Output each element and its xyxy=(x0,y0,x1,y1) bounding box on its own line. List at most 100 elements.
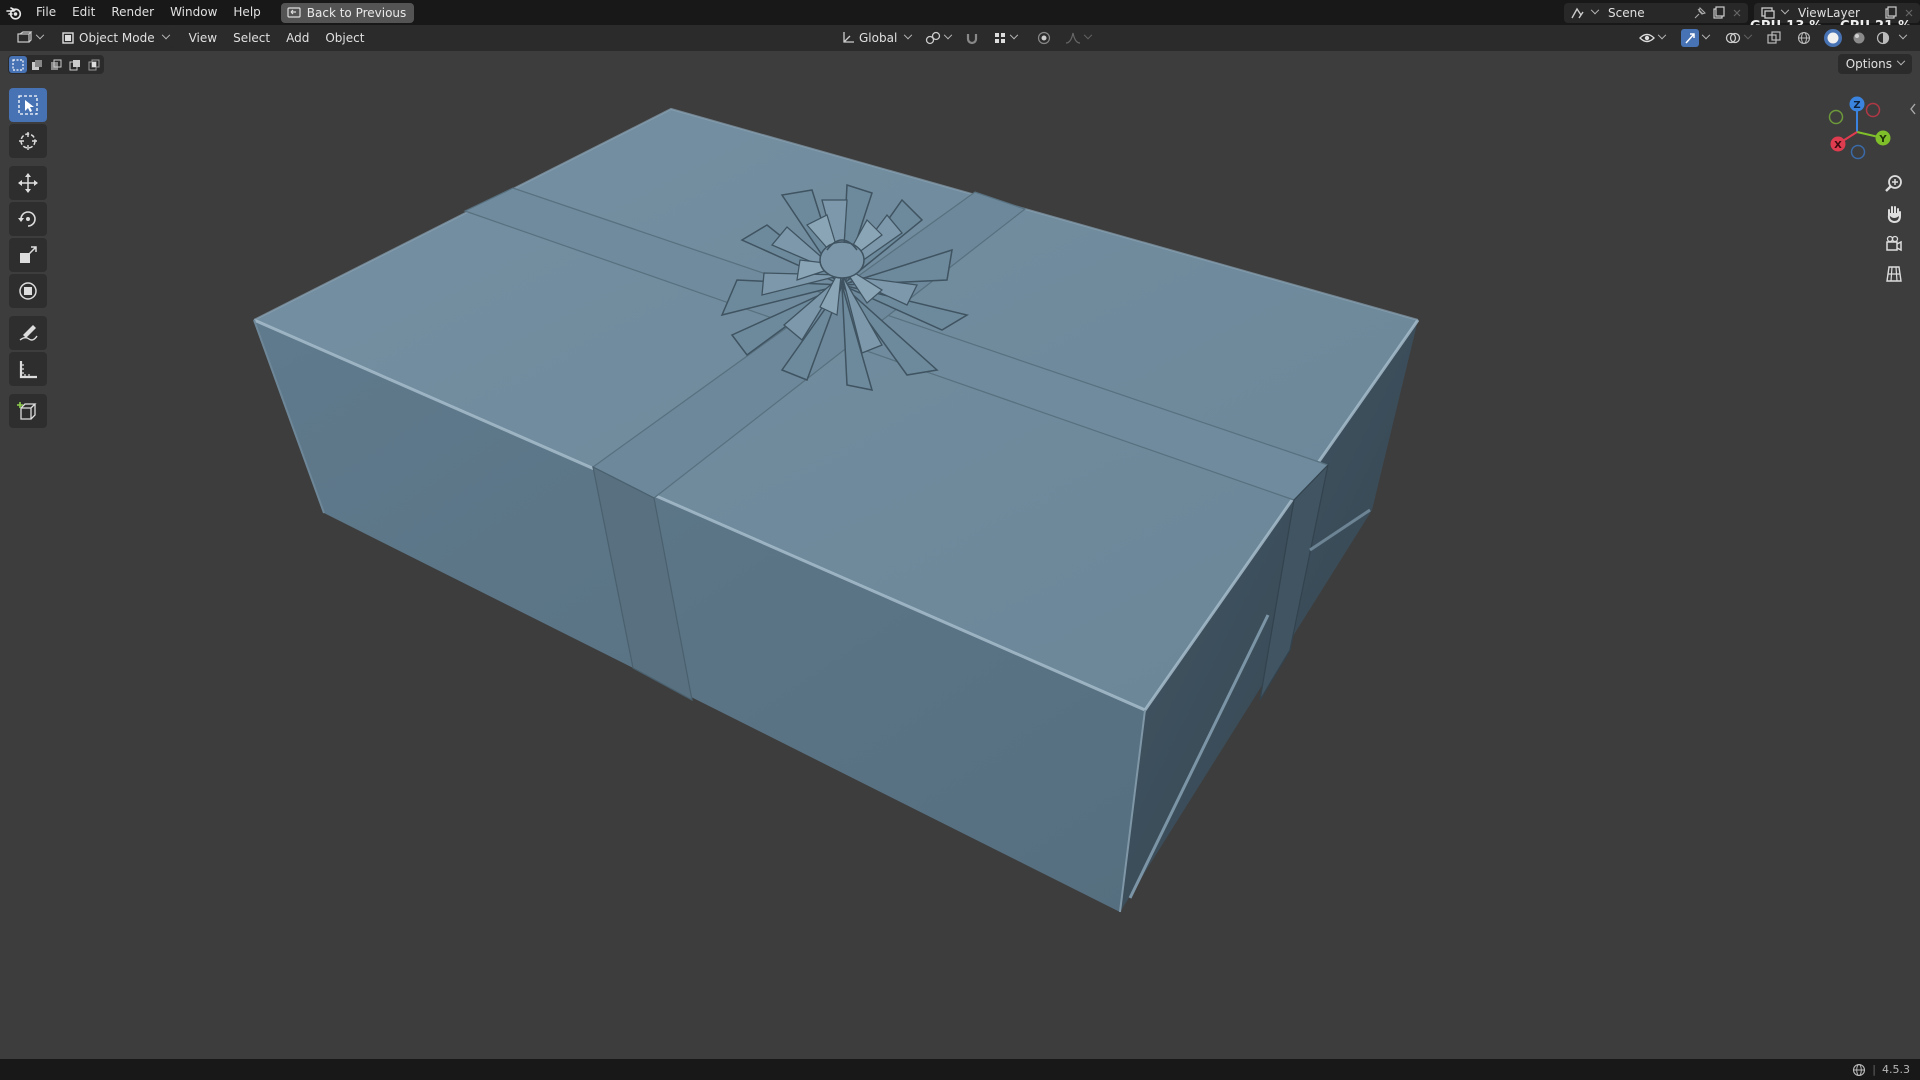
xray-icon xyxy=(1767,31,1781,44)
menu-file[interactable]: File xyxy=(28,0,64,25)
back-to-previous-button[interactable]: Back to Previous xyxy=(280,2,415,23)
zoom-button[interactable] xyxy=(1879,170,1909,198)
menu-object[interactable]: Object xyxy=(320,28,369,48)
viewport-shading-controls xyxy=(1634,28,1908,48)
grid-icon xyxy=(1886,266,1902,282)
new-view-layer-icon[interactable] xyxy=(1884,5,1898,20)
tool-cursor[interactable] xyxy=(9,124,47,158)
navigation-buttons xyxy=(1879,170,1909,288)
scene-icon xyxy=(1571,7,1584,18)
menu-view[interactable]: View xyxy=(184,28,222,48)
xray-toggle[interactable] xyxy=(1762,28,1786,48)
close-icon[interactable] xyxy=(1904,8,1914,18)
tool-shelf xyxy=(9,88,47,428)
network-globe-icon xyxy=(1853,1063,1866,1076)
tool-scale[interactable] xyxy=(9,238,47,272)
view-layer-icon xyxy=(1761,6,1775,19)
y-axis-label: Y xyxy=(1878,134,1887,145)
pan-button[interactable] xyxy=(1879,200,1909,228)
wireframe-sphere-icon xyxy=(1797,31,1811,45)
snap-grid-icon xyxy=(995,33,1006,43)
neg-y-axis-handle[interactable] xyxy=(1828,109,1844,125)
version-label: 4.5.3 xyxy=(1882,1063,1910,1076)
transform-orientation-dropdown[interactable]: Global xyxy=(836,28,916,48)
select-box-icon xyxy=(18,95,38,115)
zoom-icon xyxy=(1885,175,1902,192)
transform-orientation-label: Global xyxy=(859,31,898,45)
rendered-sphere-icon xyxy=(1876,31,1890,45)
eye-icon xyxy=(1639,33,1655,43)
falloff-curve-icon xyxy=(1066,32,1081,44)
annotate-icon xyxy=(19,325,38,341)
proportional-edit-toggle[interactable] xyxy=(1032,28,1056,48)
tool-move[interactable] xyxy=(9,166,47,200)
magnet-icon xyxy=(967,34,978,45)
scene-selector[interactable]: Scene xyxy=(1564,2,1748,23)
pivot-point-dropdown[interactable] xyxy=(920,28,956,48)
pivot-link-icon xyxy=(926,31,941,45)
camera-icon xyxy=(1886,235,1902,252)
blender-logo-icon[interactable] xyxy=(0,0,28,25)
snap-target-dropdown[interactable] xyxy=(988,28,1022,48)
transform-icon xyxy=(19,282,37,300)
neg-z-axis-handle[interactable] xyxy=(1850,144,1866,160)
shading-options-dropdown[interactable] xyxy=(1898,28,1908,48)
orientation-axes-icon xyxy=(843,32,854,43)
navigation-gizmo[interactable]: Z Y X xyxy=(1810,90,1900,170)
menu-window[interactable]: Window xyxy=(162,0,225,25)
back-to-previous-label: Back to Previous xyxy=(306,5,407,20)
gizmo-toggle[interactable] xyxy=(1676,28,1714,48)
camera-view-button[interactable] xyxy=(1879,230,1909,258)
menu-add[interactable]: Add xyxy=(281,28,314,48)
projection-toggle-button[interactable] xyxy=(1879,260,1909,288)
material-sphere-icon xyxy=(1853,32,1865,44)
viewport-canvas[interactable] xyxy=(0,51,1920,1059)
status-bar: | 4.5.3 xyxy=(0,1059,1920,1080)
visibility-dropdown[interactable] xyxy=(1634,28,1670,48)
move-icon xyxy=(18,173,38,193)
snap-toggle[interactable] xyxy=(960,28,984,48)
close-icon[interactable] xyxy=(1732,8,1742,18)
sidebar-toggle-arrow[interactable] xyxy=(1908,102,1918,116)
gizmo-icon xyxy=(1685,33,1695,44)
editor-type-button[interactable] xyxy=(12,28,48,48)
overlays-toggle[interactable] xyxy=(1720,28,1756,48)
shading-material[interactable] xyxy=(1850,28,1868,48)
transform-controls: Global xyxy=(836,28,1096,48)
shading-solid[interactable] xyxy=(1822,28,1844,48)
pin-icon[interactable] xyxy=(1694,6,1706,19)
neg-x-axis-handle[interactable] xyxy=(1865,102,1881,118)
tool-add-cube[interactable] xyxy=(9,394,47,428)
3d-viewport-icon xyxy=(17,31,33,43)
proportional-edit-icon xyxy=(1038,31,1051,45)
cursor-icon xyxy=(19,132,37,150)
tool-annotate[interactable] xyxy=(9,316,47,350)
mode-selector[interactable]: Object Mode xyxy=(56,28,174,48)
overlays-icon xyxy=(1725,32,1741,44)
tool-select-box[interactable] xyxy=(9,88,47,122)
scale-icon xyxy=(20,246,37,263)
rotate-icon xyxy=(18,211,36,227)
screen-back-icon xyxy=(287,6,301,18)
shading-wireframe[interactable] xyxy=(1792,28,1816,48)
pan-hand-icon xyxy=(1887,206,1901,224)
viewport-header: Object Mode View Select Add Object Globa… xyxy=(0,25,1920,51)
add-cube-icon xyxy=(17,402,37,420)
menu-render[interactable]: Render xyxy=(103,0,162,25)
solid-sphere-icon xyxy=(1827,32,1839,44)
new-scene-icon[interactable] xyxy=(1712,5,1726,20)
menu-help[interactable]: Help xyxy=(225,0,268,25)
object-mode-icon xyxy=(62,32,74,44)
falloff-dropdown[interactable] xyxy=(1060,28,1096,48)
scene-name[interactable]: Scene xyxy=(1608,6,1688,20)
tool-measure[interactable] xyxy=(9,352,47,386)
view-layer-name[interactable]: ViewLayer xyxy=(1798,6,1878,20)
menu-edit[interactable]: Edit xyxy=(64,0,103,25)
measure-icon xyxy=(19,361,37,379)
shading-rendered[interactable] xyxy=(1874,28,1892,48)
mode-label: Object Mode xyxy=(79,31,155,45)
tool-transform[interactable] xyxy=(9,274,47,308)
menu-select[interactable]: Select xyxy=(228,28,275,48)
z-axis-label: Z xyxy=(1853,100,1860,111)
tool-rotate[interactable] xyxy=(9,202,47,236)
